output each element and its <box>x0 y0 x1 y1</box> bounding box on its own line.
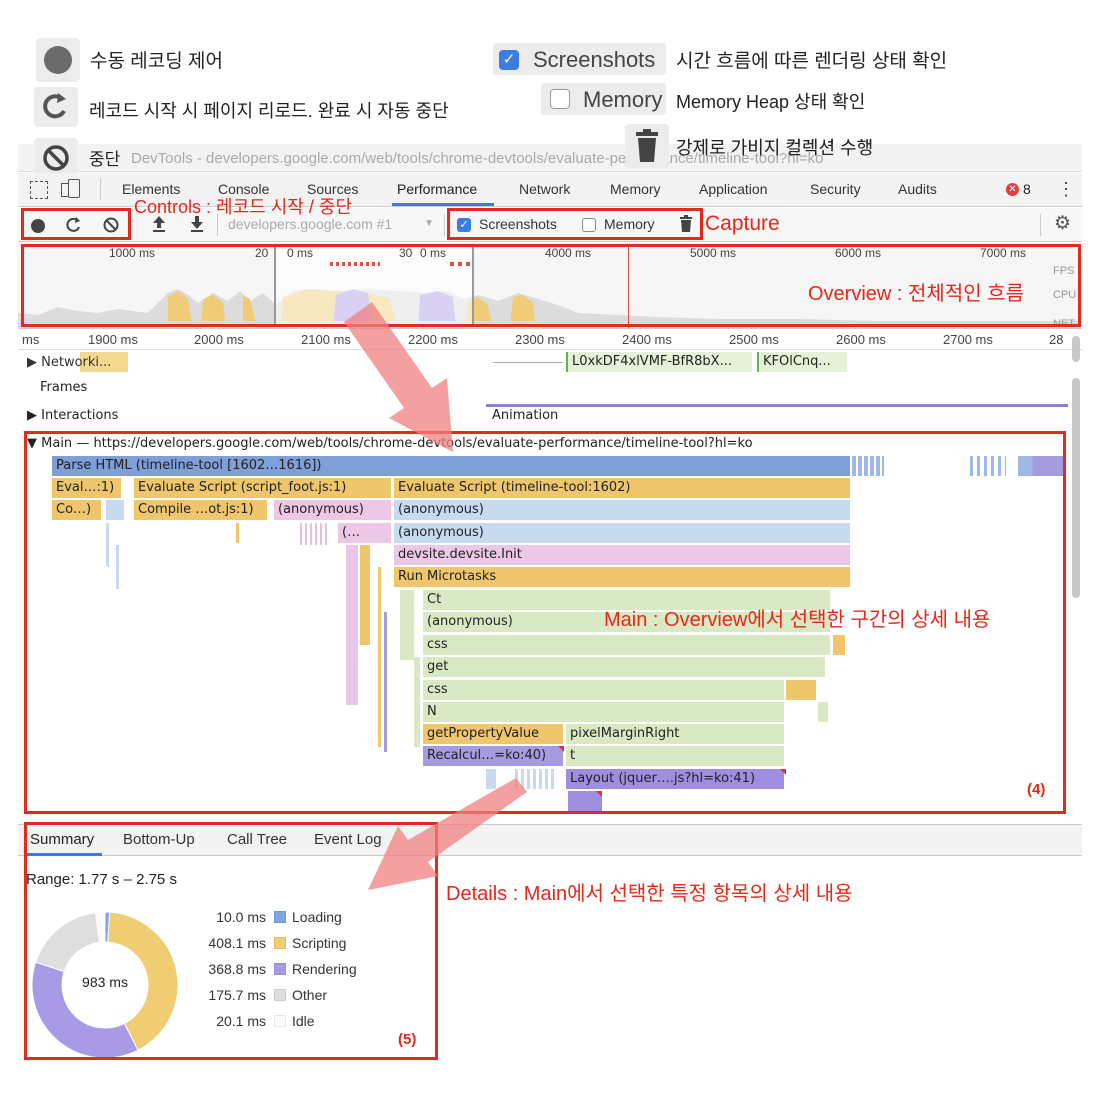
reload-legend-text: 레코드 시작 시 페이지 리로드. 완료 시 자동 중단 <box>89 101 449 121</box>
network-request-1[interactable]: L0xkDF4xlVMF-BfR8bX... <box>566 352 752 372</box>
ruler-1900: 1900 ms <box>88 332 138 347</box>
device-toolbar-icon[interactable] <box>61 179 83 199</box>
tab-memory[interactable]: Memory <box>610 181 661 197</box>
ruler-2200: 2200 ms <box>408 332 458 347</box>
inspect-element-icon[interactable] <box>30 181 48 199</box>
stop-legend-text-top: 중단 <box>89 150 121 169</box>
checkbox-unchecked-icon <box>550 89 570 109</box>
ruler-28: 28 <box>1049 332 1064 347</box>
capture-annotation: Capture <box>705 212 780 235</box>
tab-audits[interactable]: Audits <box>898 181 937 197</box>
screenshots-legend-chip: ✓ Screenshots <box>493 43 666 75</box>
interactions-track-toggle[interactable]: ▶ Interactions <box>27 408 118 423</box>
ruler-2700: 2700 ms <box>943 332 993 347</box>
toolbar-divider-2 <box>444 214 445 236</box>
gc-legend-text-top: 강제로 가비지 컬렉션 수행 <box>676 138 874 158</box>
tab-performance[interactable]: Performance <box>397 181 477 197</box>
error-count[interactable]: 8 <box>1023 181 1031 197</box>
main-annotation: Main : Overview에서 선택한 구간의 상세 내용 <box>604 609 991 631</box>
animation-label: Animation <box>492 408 559 423</box>
gc-legend-icon-top <box>625 124 669 168</box>
tab-network[interactable]: Network <box>519 181 570 197</box>
record-legend-icon <box>36 38 80 82</box>
animation-bar[interactable] <box>486 404 1068 407</box>
main-annotation-number: (4) <box>1027 781 1046 798</box>
timeline-scrollbar[interactable] <box>1072 378 1080 598</box>
details-highlight-box <box>24 822 438 1060</box>
tabs-divider <box>100 178 101 200</box>
memory-legend-text: Memory Heap 상태 확인 <box>676 92 866 112</box>
details-annotation: Details : Main에서 선택한 특정 항목의 상세 내용 <box>446 883 853 905</box>
capture-highlight-box <box>447 208 703 240</box>
error-badge-icon[interactable]: ✕ <box>1006 183 1019 196</box>
ruler-2300: 2300 ms <box>515 332 565 347</box>
record-legend-text: 수동 레코딩 제어 <box>90 51 223 72</box>
details-annotation-number: (5) <box>398 1031 417 1048</box>
memory-legend-label: Memory <box>583 87 663 112</box>
controls-annotation: Controls : 레코드 시작 / 중단 <box>134 197 352 217</box>
more-menu-icon[interactable]: ⋮ <box>1057 179 1075 199</box>
ruler-2000: 2000 ms <box>194 332 244 347</box>
network-request-line <box>493 362 563 363</box>
memory-legend-chip: Memory <box>541 83 666 115</box>
settings-gear-icon[interactable]: ⚙ <box>1054 213 1071 235</box>
ruler-2100: 2100 ms <box>301 332 351 347</box>
ruler-2600: 2600 ms <box>836 332 886 347</box>
timeline-scrollbar-top[interactable] <box>1072 336 1080 362</box>
ruler-2400: 2400 ms <box>622 332 672 347</box>
tab-application[interactable]: Application <box>699 181 768 197</box>
ruler-ms: ms <box>22 332 40 347</box>
network-track-label: Network <box>41 355 96 370</box>
chevron-down-icon[interactable]: ▼ <box>424 218 434 229</box>
network-track-suffix: i... <box>95 355 112 370</box>
overview-annotation: Overview : 전체적인 흐름 <box>808 283 1024 305</box>
screenshots-legend-label: Screenshots <box>533 47 656 72</box>
checkbox-checked-icon: ✓ <box>499 50 519 70</box>
tab-security[interactable]: Security <box>810 181 861 197</box>
network-track-toggle[interactable]: ▶ Networki... <box>27 355 111 370</box>
reload-legend-icon <box>34 87 78 127</box>
stop-legend-icon-top <box>34 142 78 176</box>
interactions-track-label: Interactions <box>41 408 119 423</box>
toolbar-divider-3 <box>1040 214 1041 236</box>
controls-highlight-box <box>21 208 131 240</box>
screenshots-legend-text: 시간 흐름에 따른 렌더링 상태 확인 <box>676 51 948 72</box>
tab-performance-underline <box>392 203 494 206</box>
network-request-2[interactable]: KFOlCnq... <box>757 352 847 372</box>
ruler-2500: 2500 ms <box>729 332 779 347</box>
frames-track-label[interactable]: Frames <box>40 380 87 395</box>
